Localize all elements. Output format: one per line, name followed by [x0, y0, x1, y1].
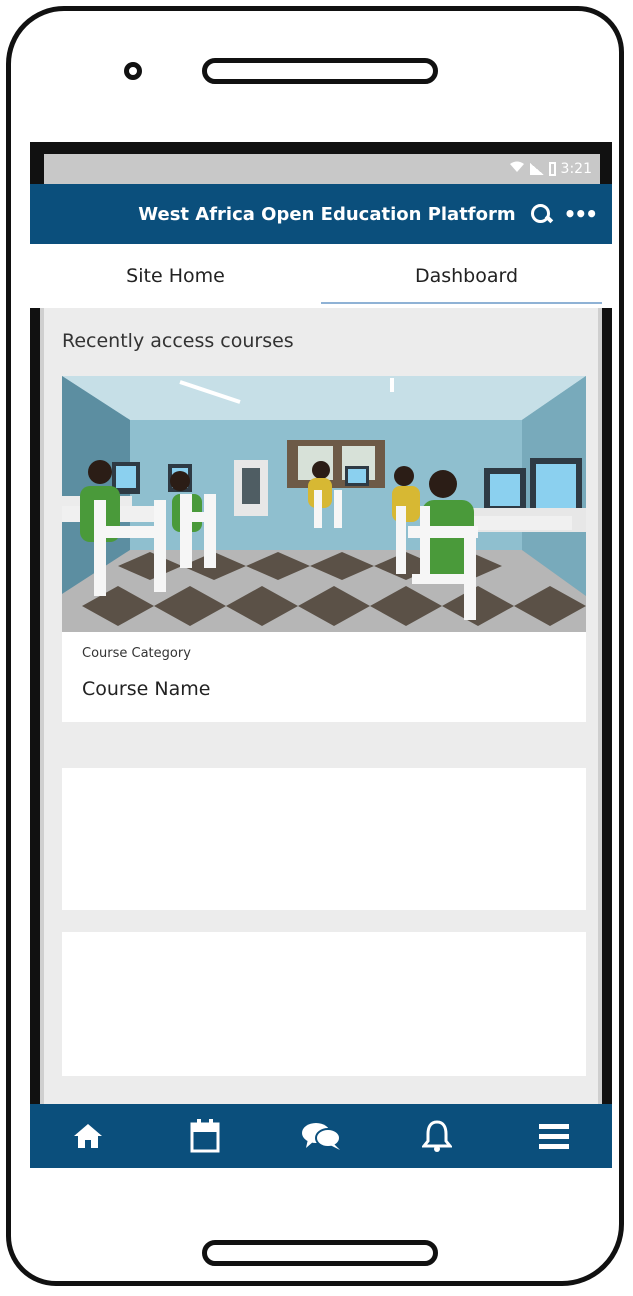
app-bar: West Africa Open Education Platform •••	[30, 184, 612, 244]
wifi-icon	[509, 161, 525, 177]
nav-menu[interactable]	[524, 1111, 584, 1161]
section-title: Recently access courses	[62, 330, 294, 352]
nav-home[interactable]	[58, 1111, 118, 1161]
bottom-navigation	[30, 1104, 612, 1168]
tab-label: Dashboard	[414, 265, 519, 287]
tab-site-home[interactable]: Site Home	[30, 244, 321, 308]
course-image[interactable]	[62, 376, 586, 632]
app-title: West Africa Open Education Platform	[138, 203, 516, 225]
course-card[interactable]: Course Category Course Name	[62, 376, 586, 722]
calendar-icon	[190, 1119, 220, 1153]
menu-icon	[538, 1124, 569, 1149]
nav-messages[interactable]	[291, 1111, 351, 1161]
home-icon	[74, 1124, 103, 1148]
bell-icon	[422, 1120, 453, 1152]
course-category: Course Category	[82, 646, 191, 661]
search-icon[interactable]	[530, 203, 552, 225]
more-icon[interactable]: •••	[564, 204, 598, 224]
battery-icon	[548, 162, 556, 176]
course-name[interactable]: Course Name	[82, 678, 210, 700]
status-time: 3:21	[560, 161, 592, 177]
dashboard-content[interactable]: Recently access courses Course Category …	[40, 308, 602, 1104]
signal-icon	[529, 163, 544, 175]
speaker-top	[202, 58, 438, 84]
nav-calendar[interactable]	[175, 1111, 235, 1161]
tab-dashboard[interactable]: Dashboard	[321, 244, 612, 308]
status-bar: 3:21	[44, 154, 600, 184]
course-card-placeholder[interactable]	[62, 768, 586, 910]
home-button	[202, 1240, 438, 1266]
camera	[124, 62, 142, 80]
tabs: Site Home Dashboard	[30, 244, 612, 308]
chat-icon	[301, 1123, 341, 1150]
nav-notifications[interactable]	[407, 1111, 467, 1161]
tab-label: Site Home	[126, 265, 225, 287]
course-card-placeholder[interactable]	[62, 932, 586, 1076]
